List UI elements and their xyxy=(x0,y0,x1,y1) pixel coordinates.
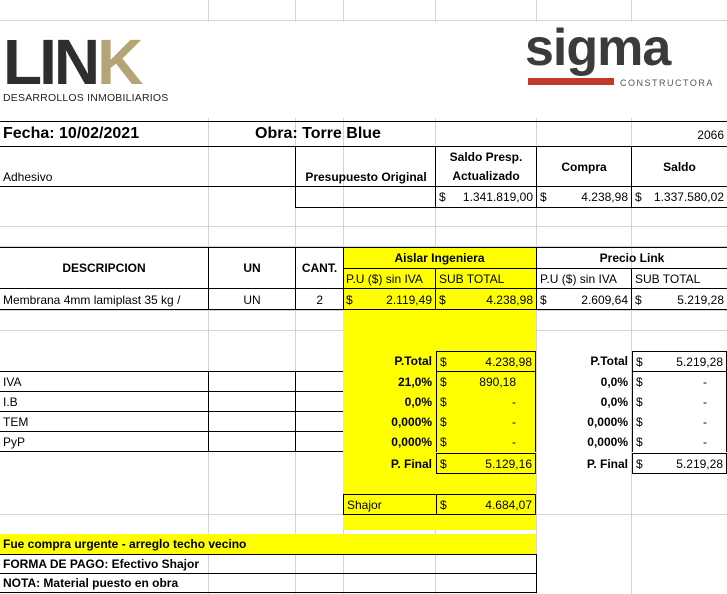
tax-amount: - xyxy=(512,435,516,449)
obra-label: Obra: Torre Blue xyxy=(255,125,381,142)
tax-amount: - xyxy=(512,415,516,429)
currency-symbol: $ xyxy=(440,375,447,389)
aislar-tax-percent: 0,000% xyxy=(391,435,432,449)
currency-symbol: $ xyxy=(636,375,643,389)
link-tax-percent: 0,0% xyxy=(600,375,628,389)
link-tax-value: $ - xyxy=(632,392,727,412)
aislar-tax-percent: 21,0% xyxy=(397,375,432,389)
col-header-cant: CANT. xyxy=(301,261,338,275)
tax-empty-cant xyxy=(295,432,343,452)
col-header-descripcion: DESCRIPCION xyxy=(62,261,146,275)
aislar-ptotal-value: $4.238,98 xyxy=(436,351,536,372)
currency-symbol: $ xyxy=(636,435,643,449)
saldo-presp-value: $1.341.819,00 xyxy=(439,190,533,204)
col-header-aislar-pu: P.U ($) sin IVA xyxy=(346,271,423,286)
tax-empty-un xyxy=(208,372,296,392)
item-aislar-subtotal: $4.238,98 xyxy=(439,292,533,307)
saldo-presp-header-line2: Actualizado xyxy=(452,169,520,183)
aislar-ptotal-label: P.Total xyxy=(394,354,432,368)
aislar-pfinal-value: $5.129,16 xyxy=(436,453,536,474)
col-header-un: UN xyxy=(243,261,261,275)
nota: NOTA: Material puesto en obra xyxy=(0,573,537,593)
aislar-tax-value: $ - xyxy=(436,432,536,452)
aislar-tax-value: $ - xyxy=(436,412,536,432)
urgent-note: Fue compra urgente - arreglo techo vecin… xyxy=(3,537,247,551)
tax-label: IVA xyxy=(0,372,209,392)
sigma-logo-wordmark: sigma xyxy=(525,19,671,77)
shajor-value: $4.684,07 xyxy=(436,494,536,515)
item-link-subtotal: $5.219,28 xyxy=(635,292,724,307)
currency-symbol: $ xyxy=(636,415,643,429)
compra-header: Compra xyxy=(561,159,607,174)
link-tax-percent: 0,000% xyxy=(587,435,628,449)
sigma-logo-subtitle: CONSTRUCTORA xyxy=(620,78,714,88)
forma-de-pago: FORMA DE PAGO: Efectivo Shajor xyxy=(0,554,537,574)
tax-empty-un xyxy=(208,432,296,452)
aislar-tax-percent: 0,0% xyxy=(404,395,432,409)
shajor-label: Shajor xyxy=(343,494,436,515)
currency-symbol: $ xyxy=(440,415,447,429)
tax-empty-cant xyxy=(295,412,343,432)
fecha-label: Fecha: 10/02/2021 xyxy=(3,125,140,142)
link-tax-value: $ - xyxy=(632,372,727,392)
tax-empty-cant xyxy=(295,372,343,392)
aislar-tax-value: $ - xyxy=(436,392,536,412)
link-pfinal-label: P. Final xyxy=(586,456,628,471)
tax-label: I.B xyxy=(0,392,209,412)
sigma-logo: sigma xyxy=(525,19,671,77)
link-ptotal-value: $5.219,28 xyxy=(632,351,727,372)
tax-empty-cant xyxy=(295,392,343,412)
group-header-link: Precio Link xyxy=(599,251,665,265)
link-pfinal-value: $5.219,28 xyxy=(632,453,727,474)
link-logo-wordmark: LINK xyxy=(3,26,143,98)
tax-amount: - xyxy=(703,395,707,409)
tax-amount: - xyxy=(703,415,707,429)
link-ptotal-label: P.Total xyxy=(590,354,628,368)
tax-label: TEM xyxy=(0,412,209,432)
aislar-tax-value: $890,18 xyxy=(436,372,536,392)
summary-label: Adhesivo xyxy=(3,169,53,184)
currency-symbol: $ xyxy=(440,395,447,409)
col-header-link-pu: P.U ($) sin IVA xyxy=(540,271,617,286)
col-header-link-subtotal: SUB TOTAL xyxy=(635,271,701,286)
tax-amount: - xyxy=(703,375,707,389)
compra-value: $4.238,98 xyxy=(540,190,628,204)
currency-symbol: $ xyxy=(440,435,447,449)
link-tax-percent: 0,000% xyxy=(587,415,628,429)
col-header-aislar-subtotal: SUB TOTAL xyxy=(439,271,505,286)
tax-label: PyP xyxy=(0,432,209,452)
tax-empty-un xyxy=(208,392,296,412)
item-quantity: 2 xyxy=(316,292,323,307)
item-description: Membrana 4mm lamiplast 35 kg / xyxy=(3,292,181,307)
link-tax-value: $ - xyxy=(632,432,727,452)
item-aislar-pu: $2.119,49 xyxy=(346,292,432,307)
item-link-pu: $2.609,64 xyxy=(540,292,628,307)
tax-amount: - xyxy=(703,435,707,449)
link-tax-value: $ - xyxy=(632,412,727,432)
saldo-header: Saldo xyxy=(663,159,696,174)
aislar-pfinal-label: P. Final xyxy=(390,456,432,471)
tax-amount: - xyxy=(512,395,516,409)
tax-empty-un xyxy=(208,412,296,432)
aislar-tax-percent: 0,000% xyxy=(391,415,432,429)
link-logo-subtitle: DESARROLLOS INMOBILIARIOS xyxy=(3,92,169,104)
group-header-aislar: Aislar Ingeniera xyxy=(394,251,485,265)
saldo-presp-header-line1: Saldo Presp. xyxy=(449,150,523,164)
tax-amount: 890,18 xyxy=(479,375,516,389)
link-tax-percent: 0,0% xyxy=(600,395,628,409)
saldo-value: $1.337.580,02 xyxy=(635,190,724,204)
presupuesto-original-header: Presupuesto Original xyxy=(305,169,427,184)
currency-symbol: $ xyxy=(636,395,643,409)
item-unit: UN xyxy=(243,292,261,307)
sigma-logo-bar xyxy=(528,78,614,85)
document-number: 2066 xyxy=(697,128,724,142)
